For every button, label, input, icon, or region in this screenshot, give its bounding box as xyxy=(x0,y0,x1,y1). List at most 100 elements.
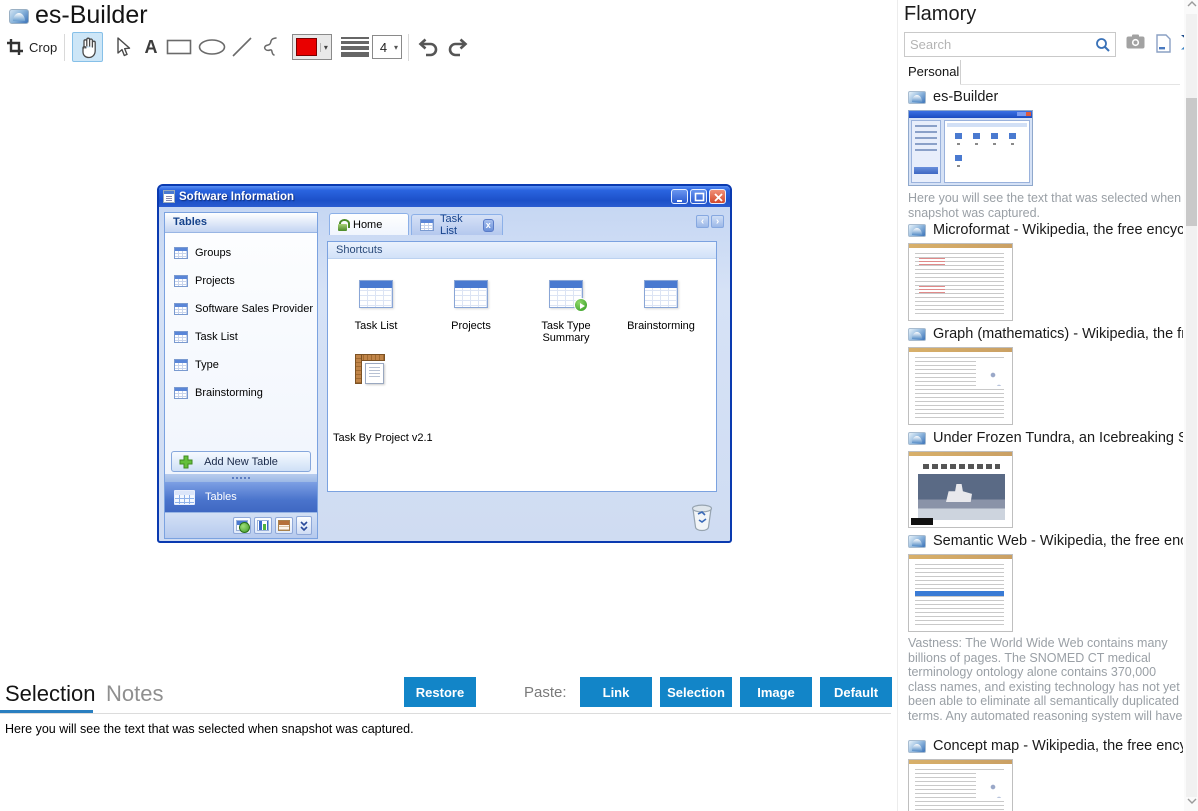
xp-window-title: Software Information xyxy=(179,190,295,203)
snapshot-title[interactable]: Semantic Web - Wikipedia, the free encyc… xyxy=(933,533,1183,549)
stroke-width-value: 4 xyxy=(379,39,388,55)
xp-nav-strip xyxy=(165,512,317,538)
snapshot-thumbnail[interactable] xyxy=(908,347,1013,425)
stroke-width-select[interactable]: 4 ▾ xyxy=(372,35,402,59)
list-item-es-builder[interactable]: es-Builder Here you will see the text th… xyxy=(908,88,1183,221)
paste-selection-button[interactable]: Selection xyxy=(660,677,732,707)
snapshot-snippet: Here you will see the text that was sele… xyxy=(908,191,1182,220)
xp-titlebar: Software Information xyxy=(159,186,730,207)
list-item-concept-map[interactable]: Concept map - Wikipedia, the free encycl… xyxy=(908,737,1183,811)
snapshot-icon xyxy=(908,327,926,341)
search-icon[interactable] xyxy=(1095,37,1111,53)
crop-label: Crop xyxy=(29,39,58,55)
xp-tab-task-list: Task List x xyxy=(411,213,503,237)
snapshot-canvas[interactable]: Software Information Tables Groups Proje… xyxy=(0,64,891,671)
snapshot-thumbnail[interactable] xyxy=(908,243,1013,321)
snapshot-thumbnail[interactable] xyxy=(908,554,1013,632)
text-tool-icon: A xyxy=(144,36,158,57)
scrollbar-thumb[interactable] xyxy=(1186,98,1197,226)
snapshot-title[interactable]: Microformat - Wikipedia, the free encycl… xyxy=(933,222,1183,238)
paste-image-button[interactable]: Image xyxy=(740,677,812,707)
home-tab-icon xyxy=(338,218,350,231)
xp-strip-chart-icon xyxy=(254,517,272,534)
snapshot-title[interactable]: Graph (mathematics) - Wikipedia, the fre… xyxy=(933,326,1183,342)
crop-button[interactable]: Crop xyxy=(6,32,57,62)
tab-baseline xyxy=(960,84,1180,85)
table-icon xyxy=(420,219,434,231)
paste-label: Paste: xyxy=(524,684,567,701)
list-item-graph[interactable]: Graph (mathematics) - Wikipedia, the fre… xyxy=(908,325,1183,425)
screenshot-window: Software Information Tables Groups Proje… xyxy=(157,184,732,543)
sidebar-scrollbar[interactable] xyxy=(1184,0,1198,811)
snapshot-icon xyxy=(908,431,926,445)
xp-minimize-button xyxy=(671,189,688,204)
stroke-width-dropdown-arrow[interactable]: ▾ xyxy=(394,43,401,52)
shortcut-projects: Projects xyxy=(428,242,514,332)
xp-tables-header: Tables xyxy=(165,213,317,233)
snapshot-icon xyxy=(908,223,926,237)
restore-button[interactable]: Restore xyxy=(404,677,476,707)
page-icon[interactable] xyxy=(1156,34,1171,58)
shortcut-task-by-project: Task By Project v2.1 xyxy=(333,354,433,444)
shortcut-task-list: Task List xyxy=(333,242,419,332)
xp-strip-form-icon xyxy=(275,517,293,534)
color-dropdown-arrow[interactable]: ▾ xyxy=(319,42,331,52)
toolbar-separator xyxy=(64,34,65,61)
freehand-tool-button[interactable] xyxy=(257,32,285,62)
list-item-microformat[interactable]: Microformat - Wikipedia, the free encycl… xyxy=(908,221,1183,321)
color-swatch[interactable] xyxy=(296,38,317,56)
snapshot-thumbnail[interactable] xyxy=(908,759,1013,811)
search-input[interactable] xyxy=(910,35,1085,54)
freehand-icon xyxy=(263,37,277,56)
hand-tool-button[interactable] xyxy=(72,32,103,62)
xp-content-panel: Shortcuts Task List Projects Task Type S… xyxy=(327,241,717,492)
snapshot-title[interactable]: Concept map - Wikipedia, the free encycl… xyxy=(933,738,1183,754)
list-item-tundra[interactable]: Under Frozen Tundra, an Icebreaking Ship… xyxy=(908,429,1183,528)
ellipse-tool-button[interactable] xyxy=(196,32,228,62)
paste-default-button[interactable]: Default xyxy=(820,677,892,707)
xp-close-button xyxy=(709,189,726,204)
search-box[interactable] xyxy=(904,32,1116,57)
app-title: es-Builder xyxy=(35,1,148,29)
snapshot-thumbnail[interactable] xyxy=(908,451,1013,528)
flamory-sidebar: Flamory Personal es-Buil xyxy=(897,0,1198,811)
table-icon xyxy=(174,303,188,315)
rectangle-tool-button[interactable] xyxy=(163,32,195,62)
snapshot-title[interactable]: es-Builder xyxy=(933,89,998,105)
scroll-up-icon[interactable] xyxy=(1186,0,1197,14)
undo-button[interactable] xyxy=(414,32,442,62)
undo-icon xyxy=(418,38,438,57)
scroll-down-icon[interactable] xyxy=(1186,797,1197,811)
snapshot-icon xyxy=(908,90,926,104)
table-icon xyxy=(644,280,678,308)
camera-icon[interactable] xyxy=(1126,34,1145,54)
xp-tab-close-icon: x xyxy=(482,218,494,232)
xp-table-item-projects: Projects xyxy=(165,269,317,293)
shortcut-brainstorming: Brainstorming xyxy=(618,242,704,332)
crop-icon xyxy=(7,39,23,55)
paste-link-button[interactable]: Link xyxy=(580,677,652,707)
xp-table-item-software-sales: Software Sales Provider xyxy=(165,297,317,321)
redo-icon xyxy=(448,38,468,57)
xp-table-item-type: Type xyxy=(165,353,317,377)
drawing-toolbar: Crop A ▾ 4 ▾ xyxy=(0,32,890,64)
list-item-semantic-web[interactable]: Semantic Web - Wikipedia, the free encyc… xyxy=(908,532,1183,722)
recycle-bin-icon xyxy=(689,500,715,532)
tab-personal[interactable]: Personal xyxy=(908,64,959,79)
redo-button[interactable] xyxy=(444,32,472,62)
table-icon xyxy=(174,359,188,371)
text-tool-button[interactable]: A xyxy=(138,32,164,62)
color-picker[interactable]: ▾ xyxy=(292,34,332,60)
select-tool-button[interactable] xyxy=(108,32,138,62)
tables-icon xyxy=(174,489,195,505)
xp-maximize-button xyxy=(690,189,707,204)
snapshot-thumbnail[interactable] xyxy=(908,110,1033,186)
snapshot-title[interactable]: Under Frozen Tundra, an Icebreaking Ship… xyxy=(933,430,1183,446)
play-badge-icon xyxy=(574,298,588,312)
line-tool-button[interactable] xyxy=(228,32,256,62)
tab-selection[interactable]: Selection xyxy=(5,681,96,707)
xp-nav-back: ‹ xyxy=(696,215,709,228)
report-icon xyxy=(355,354,387,384)
line-width-icon[interactable] xyxy=(341,32,369,62)
tab-notes[interactable]: Notes xyxy=(106,681,163,707)
